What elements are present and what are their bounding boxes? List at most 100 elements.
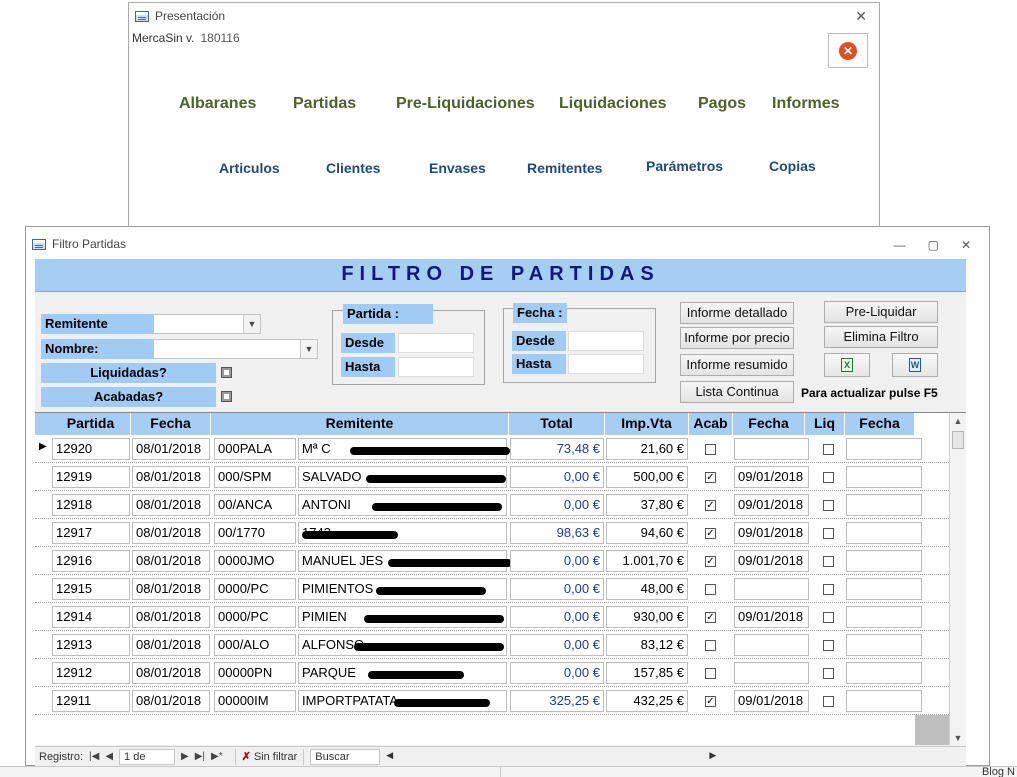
- last-record-icon[interactable]: ▶|: [195, 751, 205, 762]
- cell-fecha-liq[interactable]: [846, 550, 922, 572]
- liq-checkbox[interactable]: [823, 668, 834, 679]
- table-row[interactable]: 1291708/01/201800/1770174398,63 €94,60 €…: [35, 519, 963, 547]
- cell-total[interactable]: 98,63 €: [510, 522, 604, 544]
- liq-checkbox[interactable]: [823, 444, 834, 455]
- cell-fecha[interactable]: 08/01/2018: [132, 522, 210, 544]
- col-fecha[interactable]: Fecha: [131, 413, 211, 435]
- liq-checkbox[interactable]: [823, 640, 834, 651]
- table-row[interactable]: 12915 08/01/2018 0000/PC PIMIENTOS 0,00 €48,…: [35, 575, 963, 603]
- table-row[interactable]: 12918 08/01/2018 00/ANCA ANTONI 0,00 €37,80 …: [35, 491, 963, 519]
- maximize-icon[interactable]: ▢: [928, 238, 939, 252]
- cell-partida[interactable]: 12918: [52, 494, 130, 516]
- liq-checkbox[interactable]: [823, 584, 834, 595]
- cell-total[interactable]: 0,00 €: [510, 494, 604, 516]
- cell-fecha-acab[interactable]: 09/01/2018: [734, 494, 809, 516]
- cell-fecha-liq[interactable]: [846, 662, 922, 684]
- cell-total[interactable]: 325,25 €: [510, 690, 604, 712]
- cell-partida[interactable]: 12915: [52, 578, 130, 600]
- cell-partida[interactable]: 12913: [52, 634, 130, 656]
- liq-checkbox[interactable]: [823, 612, 834, 623]
- cell-fecha[interactable]: 08/01/2018: [132, 606, 210, 628]
- col-partida[interactable]: Partida: [51, 413, 131, 435]
- acabadas-checkbox[interactable]: [221, 391, 232, 402]
- col-total[interactable]: Total: [509, 413, 605, 435]
- partida-desde-input[interactable]: [398, 333, 474, 353]
- filter-off-icon[interactable]: ✗: [242, 750, 251, 763]
- fecha-hasta-input[interactable]: [568, 354, 644, 374]
- cell-total[interactable]: 0,00 €: [510, 662, 604, 684]
- cell-fecha-liq[interactable]: [846, 578, 922, 600]
- scroll-up-icon[interactable]: ▲: [950, 413, 966, 429]
- acab-checkbox[interactable]: ✓: [705, 472, 716, 483]
- informe-resumido-button[interactable]: Informe resumido: [680, 354, 794, 376]
- cell-fecha-acab[interactable]: 09/01/2018: [734, 606, 809, 628]
- cell-fecha[interactable]: 08/01/2018: [132, 634, 210, 656]
- cell-total[interactable]: 0,00 €: [510, 578, 604, 600]
- cell-fecha-liq[interactable]: [846, 690, 922, 712]
- menu-parametros[interactable]: Parámetros: [646, 158, 723, 174]
- cell-remitente-codigo[interactable]: 0000JMO: [214, 550, 296, 572]
- table-row[interactable]: 12919 08/01/2018 000/SPM SALVADO 0,00 €500,0…: [35, 463, 963, 491]
- liq-checkbox[interactable]: [823, 500, 834, 511]
- col-imp-vta[interactable]: Imp.Vta: [605, 413, 689, 435]
- cell-fecha-acab[interactable]: [734, 578, 809, 600]
- partida-hasta-input[interactable]: [398, 357, 474, 377]
- cell-remitente-codigo[interactable]: 000PALA: [214, 438, 296, 460]
- next-record-icon[interactable]: ▶: [181, 751, 189, 762]
- cell-partida[interactable]: 12912: [52, 662, 130, 684]
- scroll-down-icon[interactable]: ▼: [950, 730, 966, 745]
- vertical-scrollbar[interactable]: ▲ ▼: [949, 413, 966, 745]
- cell-remitente-codigo[interactable]: 000/SPM: [214, 466, 296, 488]
- sin-filtrar-button[interactable]: Sin filtrar: [254, 751, 297, 763]
- lista-continua-button[interactable]: Lista Continua: [680, 381, 794, 403]
- cell-fecha-liq[interactable]: [846, 466, 922, 488]
- cell-partida[interactable]: 12920: [52, 438, 130, 460]
- new-record-icon[interactable]: ▶*: [211, 751, 223, 762]
- cell-imp-vta[interactable]: 37,80 €: [606, 494, 688, 516]
- col-fecha-liq[interactable]: Fecha: [845, 413, 915, 435]
- cell-imp-vta[interactable]: 83,12 €: [606, 634, 688, 656]
- cell-partida[interactable]: 12911: [52, 690, 130, 712]
- col-fecha-acab[interactable]: Fecha: [733, 413, 805, 435]
- cell-imp-vta[interactable]: 94,60 €: [606, 522, 688, 544]
- cell-fecha-acab[interactable]: [734, 438, 809, 460]
- acab-checkbox[interactable]: ✓: [705, 528, 716, 539]
- cell-fecha-liq[interactable]: [846, 634, 922, 656]
- cell-fecha[interactable]: 08/01/2018: [132, 662, 210, 684]
- cell-remitente-codigo[interactable]: 00000PN: [214, 662, 296, 684]
- informe-detallado-button[interactable]: Informe detallado: [680, 302, 794, 324]
- cell-imp-vta[interactable]: 432,25 €: [606, 690, 688, 712]
- liq-checkbox[interactable]: [823, 696, 834, 707]
- acab-checkbox[interactable]: [705, 444, 716, 455]
- cell-fecha[interactable]: 08/01/2018: [132, 494, 210, 516]
- minimize-icon[interactable]: ―: [894, 238, 906, 252]
- exit-button[interactable]: ✕: [828, 33, 868, 68]
- remitente-combo[interactable]: ▼: [153, 314, 261, 334]
- informe-precio-button[interactable]: Informe por precio: [680, 327, 794, 349]
- menu-partidas[interactable]: Partidas: [293, 95, 356, 113]
- cell-fecha-liq[interactable]: [846, 522, 922, 544]
- close-icon[interactable]: ✕: [961, 238, 971, 252]
- cell-imp-vta[interactable]: 48,00 €: [606, 578, 688, 600]
- cell-fecha-liq[interactable]: [846, 606, 922, 628]
- menu-informes[interactable]: Informes: [772, 95, 840, 113]
- cell-remitente-codigo[interactable]: 000/ALO: [214, 634, 296, 656]
- cell-fecha[interactable]: 08/01/2018: [132, 690, 210, 712]
- table-row[interactable]: 12912 08/01/2018 00000PN PARQUE 0,00 €157,85…: [35, 659, 963, 687]
- acab-checkbox[interactable]: [705, 640, 716, 651]
- liq-checkbox[interactable]: [823, 472, 834, 483]
- fecha-desde-input[interactable]: [568, 331, 644, 351]
- table-row[interactable]: ▶ 12920 08/01/2018 000PALA Mª C 73,48 €21,60 …: [35, 435, 963, 463]
- table-row[interactable]: 12914 08/01/2018 0000/PC PIMIEN 0,00 €930,00…: [35, 603, 963, 631]
- menu-copias[interactable]: Copias: [769, 158, 816, 174]
- cell-fecha-acab[interactable]: 09/01/2018: [734, 550, 809, 572]
- cell-remitente-codigo[interactable]: 0000/PC: [214, 578, 296, 600]
- cell-total[interactable]: 0,00 €: [510, 606, 604, 628]
- col-remitente[interactable]: Remitente: [211, 413, 509, 435]
- menu-pagos[interactable]: Pagos: [698, 95, 746, 113]
- cell-imp-vta[interactable]: 930,00 €: [606, 606, 688, 628]
- cell-fecha-liq[interactable]: [846, 438, 922, 460]
- cell-remitente-codigo[interactable]: 00000IM: [214, 690, 296, 712]
- menu-liquidaciones[interactable]: Liquidaciones: [559, 95, 667, 113]
- prev-record-icon[interactable]: ◀: [105, 751, 113, 762]
